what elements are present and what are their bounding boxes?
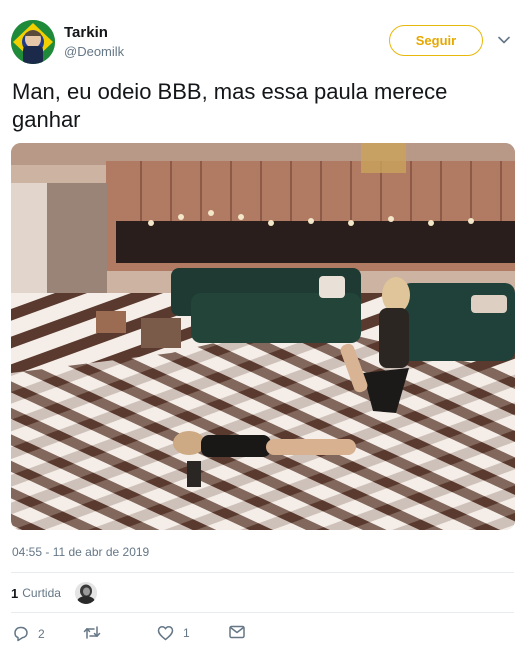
like-button[interactable]: 1 bbox=[157, 625, 190, 641]
liker-avatar[interactable] bbox=[74, 582, 97, 604]
tweet-card: Tarkin @Deomilk Seguir Man, eu odeio BBB… bbox=[0, 0, 524, 663]
author-handle[interactable]: @Deomilk bbox=[64, 44, 124, 59]
chevron-down-icon[interactable] bbox=[497, 33, 511, 47]
retweet-button[interactable] bbox=[83, 625, 101, 640]
likes-count[interactable]: 1 bbox=[11, 586, 18, 601]
reply-icon bbox=[12, 625, 29, 642]
divider bbox=[11, 572, 514, 573]
direct-message-button[interactable] bbox=[229, 625, 245, 639]
retweet-icon bbox=[83, 625, 101, 640]
tweet-timestamp[interactable]: 04:55 - 11 de abr de 2019 bbox=[12, 545, 149, 559]
tweet-text: Man, eu odeio BBB, mas essa paula merece… bbox=[12, 79, 448, 132]
likes-label[interactable]: Curtida bbox=[22, 586, 61, 600]
heart-icon bbox=[157, 625, 174, 641]
author-name[interactable]: Tarkin bbox=[64, 24, 108, 41]
reply-count: 2 bbox=[38, 626, 45, 641]
envelope-icon bbox=[229, 625, 245, 639]
tweet-media-image[interactable] bbox=[11, 143, 515, 530]
likes-summary[interactable]: 1 Curtida bbox=[11, 574, 97, 612]
reply-button[interactable]: 2 bbox=[12, 625, 45, 642]
author-avatar[interactable] bbox=[11, 20, 55, 64]
divider bbox=[11, 612, 514, 613]
like-count: 1 bbox=[183, 626, 190, 640]
follow-button[interactable]: Seguir bbox=[389, 25, 483, 56]
